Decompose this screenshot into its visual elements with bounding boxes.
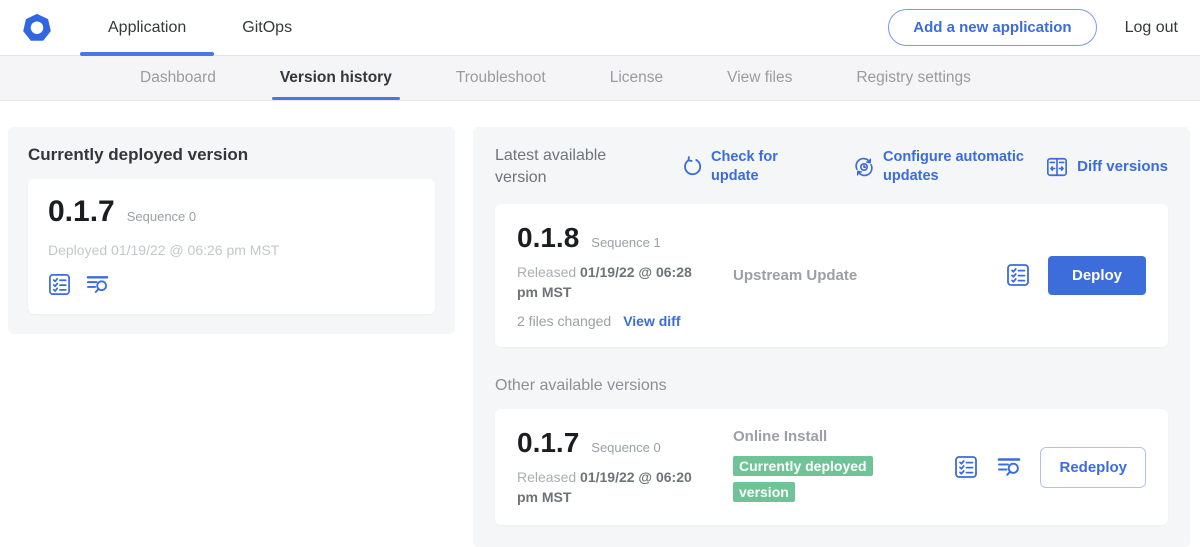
other-sequence-label: Sequence 0 — [591, 440, 660, 455]
subnav-dashboard-label: Dashboard — [140, 69, 216, 87]
other-version-number: 0.1.7 — [517, 427, 579, 459]
currently-deployed-title: Currently deployed version — [28, 145, 435, 165]
diff-versions-link[interactable]: Diff versions — [1045, 156, 1168, 178]
diff-versions-label: Diff versions — [1077, 158, 1168, 175]
add-application-button[interactable]: Add a new application — [888, 9, 1096, 46]
subnav-version-history-label: Version history — [280, 69, 392, 87]
subnav-view-files[interactable]: View files — [695, 56, 824, 100]
app-logo[interactable] — [20, 0, 54, 55]
diff-versions-icon — [1045, 156, 1069, 178]
refresh-icon — [681, 156, 703, 178]
subnav-registry-settings[interactable]: Registry settings — [824, 56, 1003, 100]
tab-gitops[interactable]: GitOps — [214, 0, 320, 55]
check-for-update-link[interactable]: Check for update — [681, 148, 791, 184]
subnav-license-label: License — [610, 69, 663, 87]
tab-gitops-label: GitOps — [242, 19, 292, 37]
deployed-version-number: 0.1.7 — [48, 195, 115, 229]
kots-logo-icon — [20, 11, 54, 45]
other-deploy-logs-icon[interactable] — [996, 455, 1022, 479]
deploy-button[interactable]: Deploy — [1048, 256, 1146, 295]
topbar-right-group: Add a new application Log out — [888, 0, 1200, 55]
other-released-timestamp: Released 01/19/22 @ 06:20 pm MST — [517, 467, 713, 508]
latest-version-number: 0.1.8 — [517, 222, 579, 254]
latest-available-title: Latest available version — [495, 145, 653, 188]
currently-deployed-panel: Currently deployed version 0.1.7 Sequenc… — [8, 127, 455, 334]
configure-automatic-updates-link[interactable]: Configure automatic updates — [853, 148, 1035, 184]
subnav-version-history[interactable]: Version history — [248, 56, 424, 100]
latest-released-timestamp: Released 01/19/22 @ 06:28 pm MST — [517, 262, 713, 303]
currently-deployed-badge: Currently deployed version — [733, 456, 873, 502]
subnav-registry-settings-label: Registry settings — [856, 69, 971, 87]
latest-preflight-checklist-icon[interactable] — [1006, 263, 1030, 287]
top-navigation-bar: Application GitOps Add a new application… — [0, 0, 1200, 56]
auto-update-clock-icon — [853, 156, 875, 178]
files-changed-label: 2 files changed — [517, 313, 611, 329]
other-version-card: 0.1.7 Sequence 0 Released 01/19/22 @ 06:… — [495, 409, 1168, 526]
deployed-timestamp: Deployed 01/19/22 @ 06:26 pm MST — [48, 242, 415, 258]
latest-sequence-label: Sequence 1 — [591, 235, 660, 250]
deployed-sequence-label: Sequence 0 — [127, 209, 196, 224]
redeploy-button[interactable]: Redeploy — [1040, 447, 1146, 488]
latest-header-row: Latest available version Check for updat… — [495, 145, 1168, 188]
latest-source-label: Upstream Update — [733, 267, 1006, 284]
preflight-checklist-icon[interactable] — [48, 273, 71, 296]
tab-application-label: Application — [108, 19, 186, 37]
deployed-version-card: 0.1.7 Sequence 0 Deployed 01/19/22 @ 06:… — [28, 179, 435, 314]
subnav-license[interactable]: License — [578, 56, 695, 100]
logout-link[interactable]: Log out — [1125, 19, 1178, 37]
other-source-label: Online Install — [733, 428, 954, 445]
check-for-update-label: Check for update — [711, 148, 791, 184]
subnav-view-files-label: View files — [727, 69, 792, 87]
other-preflight-checklist-icon[interactable] — [954, 455, 978, 479]
subnav-troubleshoot-label: Troubleshoot — [456, 69, 546, 87]
view-diff-link[interactable]: View diff — [623, 313, 680, 329]
other-available-versions-title: Other available versions — [495, 377, 1168, 395]
tab-application[interactable]: Application — [80, 0, 214, 55]
subnav-dashboard[interactable]: Dashboard — [108, 56, 248, 100]
latest-version-card: 0.1.8 Sequence 1 Released 01/19/22 @ 06:… — [495, 204, 1168, 347]
configure-automatic-updates-label: Configure automatic updates — [883, 148, 1035, 184]
subnav-troubleshoot[interactable]: Troubleshoot — [424, 56, 578, 100]
deploy-logs-icon[interactable] — [85, 273, 110, 296]
app-subnav: Dashboard Version history Troubleshoot L… — [0, 56, 1200, 101]
main-content: Currently deployed version 0.1.7 Sequenc… — [0, 101, 1200, 547]
latest-available-panel: Latest available version Check for updat… — [473, 127, 1190, 547]
